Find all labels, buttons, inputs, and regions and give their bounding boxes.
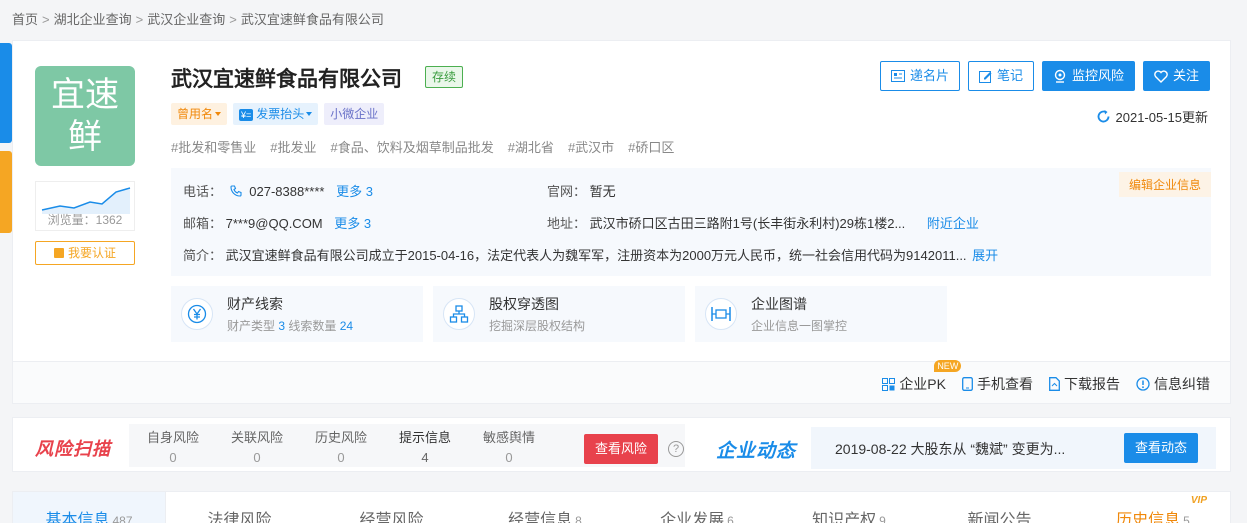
industry-tag[interactable]: #食品、饮料及烟草制品批发 [330,137,493,156]
edit-company-info-button[interactable]: 编辑企业信息 [1118,172,1211,197]
edit-icon [978,70,992,83]
risk-hints[interactable]: 提示信息 4 [383,427,467,465]
section-tabs: 基本信息 487 法律风险 经营风险 经营信息 8 企业发展 6 知识产权 9 新闻公告… [12,491,1231,523]
tab-history[interactable]: 历史信息 5 VIP [1077,492,1229,523]
monitor-icon [1054,69,1066,83]
tab-basic-info[interactable]: 基本信息 487 [13,492,165,523]
industry-tags: #批发和零售业 #批发业 #食品、饮料及烟草制品批发 #湖北省 #武汉市 #硚口… [171,137,674,156]
org-chart-icon [443,298,475,330]
phone-more-link[interactable]: 更多 3 [336,184,373,199]
heart-icon [1154,69,1168,83]
risk-scan-card: 风险扫描 自身风险 0 关联风险 0 历史风险 0 提示信息 4 敏感舆情 0 查看风险 … [12,417,1231,472]
enterprise-graph-tile[interactable]: 企业图谱 企业信息一图掌控 [695,286,947,342]
updated-time[interactable]: 2021-05-15更新 [1096,107,1208,126]
risk-self[interactable]: 自身风险 0 [131,427,215,465]
former-name-dropdown[interactable]: 曾用名 [171,103,228,125]
tool-bar: 企业PK NEW 手机查看 下载报告 信息纠错 [13,360,1230,403]
tag-row: 曾用名 ¥= 发票抬头 小微企业 [171,103,385,125]
correction-icon [1136,377,1150,391]
property-clues-tile[interactable]: 财产线索 财产类型 3 线索数量 24 [171,286,423,342]
certify-icon [53,248,64,258]
header-actions: 递名片 笔记 监控风险 关注 [879,61,1210,91]
tab-operation-risk[interactable]: 经营风险 [317,492,469,523]
company-header-card: 宜速 鲜 浏览量：1362 我要认证 武汉宜速鲜食品有限公司 存续 曾用名 ¥=… [12,40,1231,404]
contact-info-box: 编辑企业信息 电话： 027-8388**** 更多 3 官网： 暂无 邮箱： … [171,168,1211,276]
website-row: 官网： 暂无 [547,184,616,199]
tab-operation-info[interactable]: 经营信息 8 [469,492,621,523]
download-report-button[interactable]: 下载报告 [1049,374,1120,394]
side-tab-orange[interactable] [0,151,12,233]
chevron-down-icon [215,112,222,116]
tab-development[interactable]: 企业发展 6 [621,492,773,523]
note-button[interactable]: 笔记 [967,61,1034,91]
intro-row: 简介： 武汉宜速鲜食品有限公司成立于2015-04-16，法定代表人为魏军军，注… [183,248,999,263]
company-logo: 宜速 鲜 [35,66,135,166]
industry-tag[interactable]: #武汉市 [568,137,614,156]
industry-tag[interactable]: #硚口区 [628,137,674,156]
mobile-icon [962,377,973,391]
yen-icon [181,298,213,330]
company-pk-button[interactable]: 企业PK NEW [882,360,962,394]
refresh-icon [1097,110,1109,123]
phone-icon [230,185,242,197]
risk-scan-logo: 风险扫描 [35,439,111,459]
graph-icon [705,298,737,330]
view-count: 浏览量：1362 [47,213,123,227]
risk-sentiment[interactable]: 敏感舆情 0 [467,427,551,465]
address-row: 地址： 武汉市硚口区古田三路附1号(长丰街永利村)29栋1楼2... 附近企业 [547,216,979,231]
expand-intro-link[interactable]: 展开 [972,248,998,263]
phone-row: 电话： 027-8388**** 更多 3 [183,184,373,199]
email-row: 邮箱： 7***9@QQ.COM 更多 3 [183,216,372,231]
breadcrumb-hubei[interactable]: 湖北企业查询 [54,12,132,27]
document-icon [1049,377,1060,391]
invoice-icon: ¥= [239,109,254,121]
sparkline-icon [41,187,131,214]
company-dynamics-logo: 企业动态 [716,441,797,462]
breadcrumb-wuhan[interactable]: 武汉企业查询 [147,12,225,27]
side-tab-blue[interactable] [0,43,12,143]
certify-button[interactable]: 我要认证 [35,241,135,265]
dynamics-text[interactable]: 2019-08-22 大股东从 “魏斌” 变更为... [835,439,1065,459]
follow-button[interactable]: 关注 [1142,61,1210,91]
chevron-down-icon [306,112,313,116]
breadcrumb: 首页 > 湖北企业查询 > 武汉企业查询 > 武汉宜速鲜食品有限公司 [12,12,384,27]
business-card-button[interactable]: 递名片 [879,61,960,91]
status-badge: 存续 [425,66,464,88]
tab-ip[interactable]: 知识产权 9 [773,492,925,523]
mobile-view-button[interactable]: 手机查看 [962,374,1033,394]
risk-related[interactable]: 关联风险 0 [215,427,299,465]
industry-tag[interactable]: #批发业 [270,137,316,156]
monitor-risk-button[interactable]: 监控风险 [1041,61,1135,91]
help-icon[interactable]: ? [668,441,684,457]
breadcrumb-current: 武汉宜速鲜食品有限公司 [240,12,384,27]
tab-news[interactable]: 新闻公告 [925,492,1077,523]
new-badge: NEW [934,360,962,372]
equity-penetration-tile[interactable]: 股权穿透图 挖掘深层股权结构 [433,286,685,342]
view-risk-button[interactable]: 查看风险 [584,434,658,464]
views-sparkline: 浏览量：1362 [35,181,135,231]
breadcrumb-home[interactable]: 首页 [12,12,38,27]
email-more-link[interactable]: 更多 3 [334,216,371,231]
company-size-tag[interactable]: 小微企业 [324,103,385,125]
card-icon [890,70,905,82]
info-correction-button[interactable]: 信息纠错 [1136,374,1210,394]
invoice-dropdown[interactable]: ¥= 发票抬头 [233,103,319,125]
company-name: 武汉宜速鲜食品有限公司 [171,68,402,91]
risk-history[interactable]: 历史风险 0 [299,427,383,465]
industry-tag[interactable]: #批发和零售业 [171,137,256,156]
vip-badge: VIP [1190,495,1207,506]
pk-icon [882,377,896,391]
industry-tag[interactable]: #湖北省 [508,137,554,156]
tab-legal-risk[interactable]: 法律风险 [165,492,317,523]
dynamics-box: 2019-08-22 大股东从 “魏斌” 变更为... 查看动态 [811,427,1216,469]
side-float-tab[interactable] [0,43,12,233]
nearby-companies-link[interactable]: 附近企业 [927,216,979,231]
view-dynamics-button[interactable]: 查看动态 [1124,433,1198,463]
